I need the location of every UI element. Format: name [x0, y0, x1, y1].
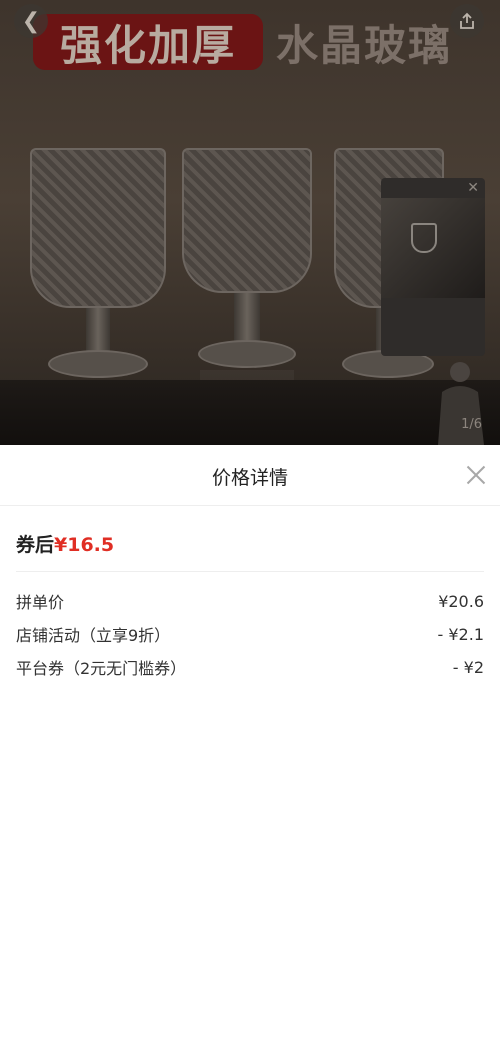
share-icon [460, 12, 474, 29]
floating-video-player[interactable]: ✕ [381, 178, 485, 356]
divider [0, 505, 500, 506]
after-coupon-amount: ¥16.5 [54, 534, 115, 556]
row-value: - ¥2.1 [437, 624, 484, 644]
banner-highlight-text: 强化加厚 [33, 14, 263, 70]
sheet-title: 价格详情 [211, 467, 288, 489]
divider [16, 571, 484, 572]
after-coupon-price: 券后¥16.5 [16, 530, 114, 557]
row-label: 拼单价 [16, 593, 65, 612]
price-details-sheet: 价格详情 券后¥16.5 拼单价 ¥20.6 店铺活动（立享9折） - ¥2.1… [0, 445, 500, 1051]
price-row-store-promo: 店铺活动（立享9折） - ¥2.1 [16, 622, 484, 646]
close-icon[interactable]: ✕ [467, 180, 479, 196]
chevron-left-icon: ❮ [21, 8, 41, 34]
price-row-group-price: 拼单价 ¥20.6 [16, 589, 484, 613]
banner-text: 水晶玻璃 [276, 20, 453, 70]
price-row-platform-coupon: 平台券（2元无门槛券） - ¥2 [16, 655, 484, 679]
row-value: - ¥2 [452, 657, 484, 677]
row-label: 平台券（2元无门槛券） [16, 659, 187, 678]
image-page-indicator: 1/6 [461, 417, 482, 432]
row-label: 店铺活动（立享9折） [16, 626, 171, 645]
video-glass-figure [411, 223, 437, 253]
product-banner: 强化加厚 水晶玻璃 [0, 10, 500, 74]
row-value: ¥20.6 [438, 591, 484, 611]
share-button[interactable] [450, 4, 484, 38]
reflective-surface [0, 380, 500, 445]
back-button[interactable]: ❮ [14, 4, 48, 38]
close-sheet-button[interactable] [463, 462, 489, 488]
after-coupon-label: 券后 [16, 534, 55, 556]
product-image-area[interactable]: 强化加厚 水晶玻璃 ❮ ✕ 1/6 [0, 0, 500, 445]
